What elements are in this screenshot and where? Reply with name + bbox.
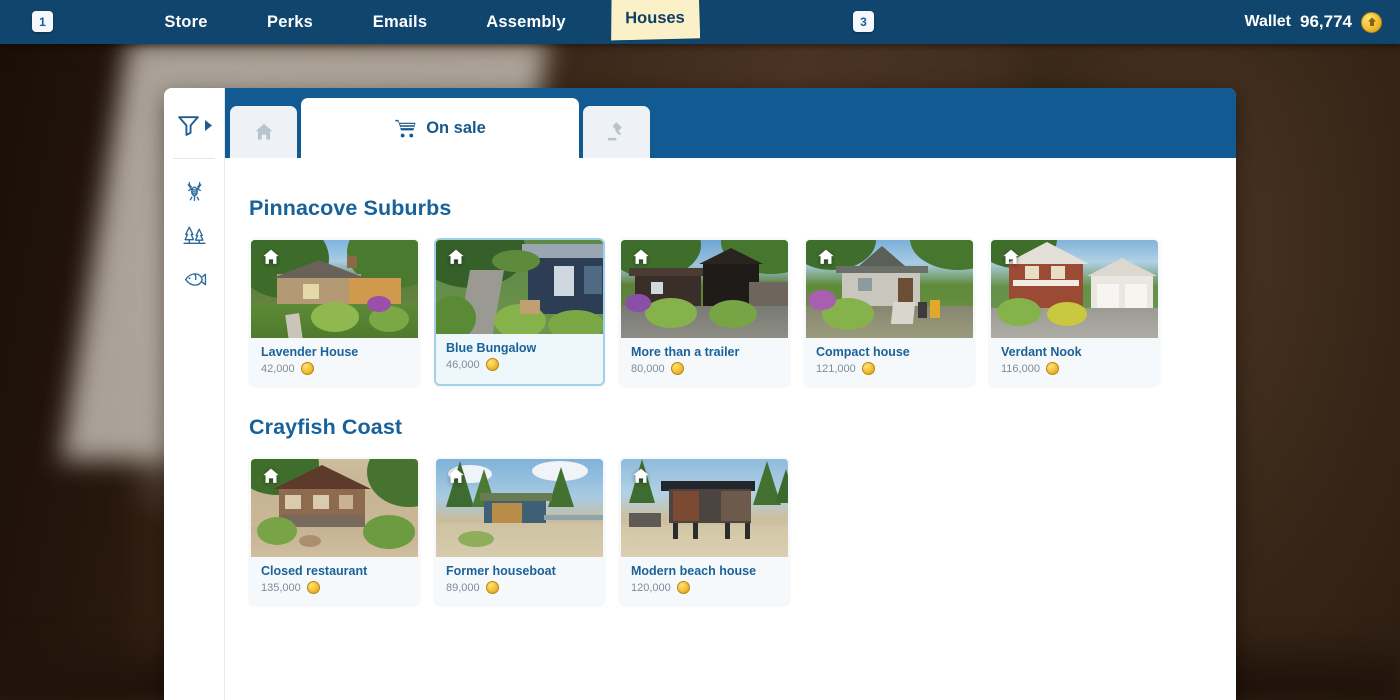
tab-owned[interactable] xyxy=(230,106,297,158)
house-thumbnail xyxy=(621,240,788,338)
house-price: 42,000 xyxy=(261,362,295,375)
house-badge-icon xyxy=(263,468,279,483)
house-thumbnail xyxy=(251,459,418,557)
house-badge-icon xyxy=(1003,249,1019,264)
nav-item-assembly[interactable]: Assembly xyxy=(463,0,589,44)
house-info: More than a trailer 80,000 xyxy=(621,338,788,384)
caret-right-icon xyxy=(204,119,213,131)
house-card[interactable]: Former houseboat 89,000 xyxy=(434,457,605,605)
fish-icon xyxy=(182,267,207,292)
nav-item-emails[interactable]: Emails xyxy=(350,0,450,44)
wallet-label: Wallet xyxy=(1244,13,1291,30)
filter-button[interactable] xyxy=(164,104,224,146)
filter-funnel-icon xyxy=(176,113,201,138)
house-card[interactable]: Compact house 121,000 xyxy=(804,238,975,386)
shopping-cart-icon xyxy=(394,117,417,140)
house-name: Modern beach house xyxy=(631,564,757,578)
house-name: Closed restaurant xyxy=(261,564,368,578)
house-price: 46,000 xyxy=(446,358,480,371)
house-price: 120,000 xyxy=(631,581,671,594)
house-card[interactable]: Verdant Nook 116,000 xyxy=(989,238,1160,386)
house-name: Former houseboat xyxy=(446,564,556,578)
wallet: Wallet 96,774 xyxy=(1244,0,1382,44)
house-badge-icon xyxy=(633,468,649,483)
house-card[interactable]: Lavender House 42,000 xyxy=(249,238,420,386)
house-badge-icon xyxy=(448,249,464,264)
coin-icon xyxy=(300,362,314,375)
filter-rail xyxy=(164,88,225,700)
tab-on-sale-label: On sale xyxy=(426,118,486,137)
section-crayfish-coast: Crayfish Coast Closed restaurant 135,000… xyxy=(249,415,1236,605)
house-thumbnail xyxy=(251,240,418,338)
tab-on-sale[interactable]: On sale xyxy=(301,98,579,158)
tab-auction[interactable] xyxy=(583,106,650,158)
coin-icon xyxy=(676,581,690,594)
house-badge-icon xyxy=(448,468,464,483)
house-thumbnail xyxy=(436,240,603,334)
house-info: Closed restaurant 135,000 xyxy=(251,557,418,603)
house-name: Compact house xyxy=(816,345,910,359)
house-thumbnail xyxy=(806,240,973,338)
house-price: 80,000 xyxy=(631,362,665,375)
house-price: 135,000 xyxy=(261,581,301,594)
pine-trees-icon xyxy=(182,223,207,248)
house-name: Blue Bungalow xyxy=(446,341,537,355)
house-card[interactable]: Blue Bungalow 46,000 xyxy=(434,238,605,386)
nav-item-perks[interactable]: Perks xyxy=(243,0,337,44)
notification-badge-middle[interactable]: 3 xyxy=(853,11,874,32)
house-thumbnail xyxy=(991,240,1158,338)
house-badge-icon xyxy=(633,249,649,264)
house-thumbnail xyxy=(621,459,788,557)
coin-icon xyxy=(670,362,684,375)
card-row: Lavender House 42,000 Blue Bungalow 46,0… xyxy=(249,238,1236,386)
house-info: Modern beach house 120,000 xyxy=(621,557,788,603)
rail-icon-fish[interactable] xyxy=(164,257,224,301)
section-pinnacove-suburbs: Pinnacove Suburbs Lavender House 42,000 … xyxy=(249,196,1236,386)
gavel-icon xyxy=(605,121,628,144)
notification-badge-left[interactable]: 1 xyxy=(32,11,53,32)
houses-list: Pinnacove Suburbs Lavender House 42,000 … xyxy=(225,158,1236,700)
nav-item-store[interactable]: Store xyxy=(140,0,232,44)
house-badge-icon xyxy=(818,249,834,264)
house-card[interactable]: Closed restaurant 135,000 xyxy=(249,457,420,605)
top-navigation-bar: 1 Store Perks Emails Assembly Houses 3 W… xyxy=(0,0,1400,44)
house-card[interactable]: Modern beach house 120,000 xyxy=(619,457,790,605)
house-info: Lavender House 42,000 xyxy=(251,338,418,384)
coin-icon xyxy=(1361,11,1382,33)
house-badge-icon xyxy=(263,249,279,264)
card-row: Closed restaurant 135,000 Former housebo… xyxy=(249,457,1236,605)
house-card[interactable]: More than a trailer 80,000 xyxy=(619,238,790,386)
house-price: 121,000 xyxy=(816,362,856,375)
house-name: Lavender House xyxy=(261,345,359,359)
house-price: 116,000 xyxy=(1001,362,1040,375)
tab-strip: On sale xyxy=(225,88,1236,158)
coin-icon xyxy=(1045,362,1059,375)
house-info: Compact house 121,000 xyxy=(806,338,973,384)
houses-panel: On sale Pinnacove Suburbs Lavender House… xyxy=(164,88,1236,700)
rail-icon-crayfish[interactable] xyxy=(164,169,224,213)
rail-icon-forest[interactable] xyxy=(164,213,224,257)
crayfish-icon xyxy=(182,179,207,204)
nav-item-houses-active[interactable]: Houses xyxy=(610,0,700,40)
section-title: Crayfish Coast xyxy=(249,415,403,439)
house-thumbnail xyxy=(436,459,603,557)
home-icon xyxy=(253,121,275,143)
house-name: Verdant Nook xyxy=(1001,345,1082,359)
section-title: Pinnacove Suburbs xyxy=(249,196,452,220)
coin-icon xyxy=(485,581,499,594)
house-info: Former houseboat 89,000 xyxy=(436,557,603,603)
house-info: Verdant Nook 116,000 xyxy=(991,338,1158,384)
house-price: 89,000 xyxy=(446,581,480,594)
house-name: More than a trailer xyxy=(631,345,740,359)
wallet-amount: 96,774 xyxy=(1300,12,1352,31)
house-info: Blue Bungalow 46,000 xyxy=(436,334,603,380)
coin-icon xyxy=(485,358,499,371)
coin-icon xyxy=(306,581,320,594)
coin-icon xyxy=(861,362,875,375)
